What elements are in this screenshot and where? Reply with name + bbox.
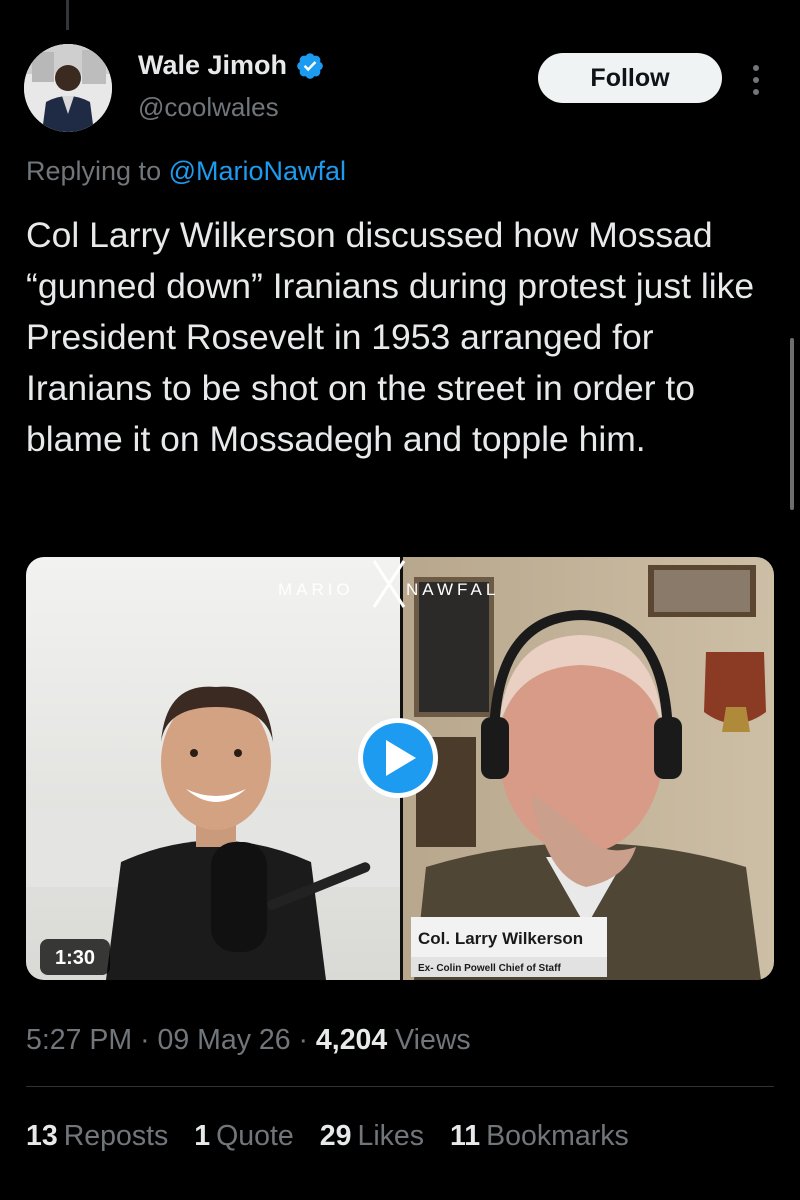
tweet-timestamp: 5:27 PM · 09 May 26 · 4,204 Views xyxy=(26,1024,471,1057)
author-handle[interactable]: @coolwales xyxy=(138,92,279,123)
replying-to-prefix: Replying to xyxy=(26,156,169,186)
tweet-header: Wale Jimoh @coolwales Follow xyxy=(24,40,776,136)
more-options-icon[interactable] xyxy=(746,62,766,98)
video-thumbnail: MARIO NAWFAL 1:30 Col. Larry Wilkerson E… xyxy=(26,557,774,980)
tweet-date[interactable]: 09 May 26 xyxy=(157,1024,290,1056)
video-player[interactable]: MARIO NAWFAL 1:30 Col. Larry Wilkerson E… xyxy=(26,557,774,980)
meta-separator: · xyxy=(298,1024,309,1056)
stat-label: Reposts xyxy=(63,1120,169,1152)
stat-label: Bookmarks xyxy=(486,1120,629,1152)
stat-label: Likes xyxy=(357,1120,425,1152)
thread-connector-line xyxy=(66,0,69,30)
divider xyxy=(26,1086,774,1087)
stat-likes[interactable]: 29 Likes xyxy=(320,1120,424,1153)
views-count: 4,204 xyxy=(315,1024,388,1056)
views-label: Views xyxy=(395,1024,471,1056)
meta-separator: · xyxy=(140,1024,150,1056)
stat-count: 11 xyxy=(450,1120,481,1152)
author-name-row: Wale Jimoh xyxy=(138,50,325,81)
watermark-right: NAWFAL xyxy=(406,580,499,599)
watermark-left: MARIO xyxy=(278,580,354,599)
stat-count: 29 xyxy=(319,1120,352,1152)
lower-third-title: Ex- Colin Powell Chief of Staff xyxy=(418,963,561,974)
stat-bookmarks[interactable]: 11 Bookmarks xyxy=(450,1120,629,1153)
stat-count: 1 xyxy=(194,1120,211,1152)
replying-to-link[interactable]: @MarioNawfal xyxy=(169,156,346,186)
tweet-text: Col Larry Wilkerson discussed how Mossad… xyxy=(26,215,755,459)
tweet-time[interactable]: 5:27 PM xyxy=(26,1024,132,1056)
engagement-stats: 13 Reposts 1 Quote 29 Likes 11 Bookmarks xyxy=(26,1120,629,1153)
replying-to: Replying to @MarioNawfal xyxy=(26,156,346,187)
stat-label: Quote xyxy=(216,1120,294,1152)
lower-third-name: Col. Larry Wilkerson xyxy=(418,929,583,948)
scrollbar[interactable] xyxy=(790,338,794,510)
verified-badge-icon xyxy=(297,52,323,79)
stat-reposts[interactable]: 13 Reposts xyxy=(26,1120,168,1153)
follow-button[interactable]: Follow xyxy=(538,53,722,103)
video-duration: 1:30 xyxy=(55,947,95,969)
author-name[interactable]: Wale Jimoh xyxy=(138,50,287,81)
avatar[interactable] xyxy=(24,44,112,132)
stat-count: 13 xyxy=(26,1120,58,1152)
stat-quotes[interactable]: 1 Quote xyxy=(194,1120,294,1153)
